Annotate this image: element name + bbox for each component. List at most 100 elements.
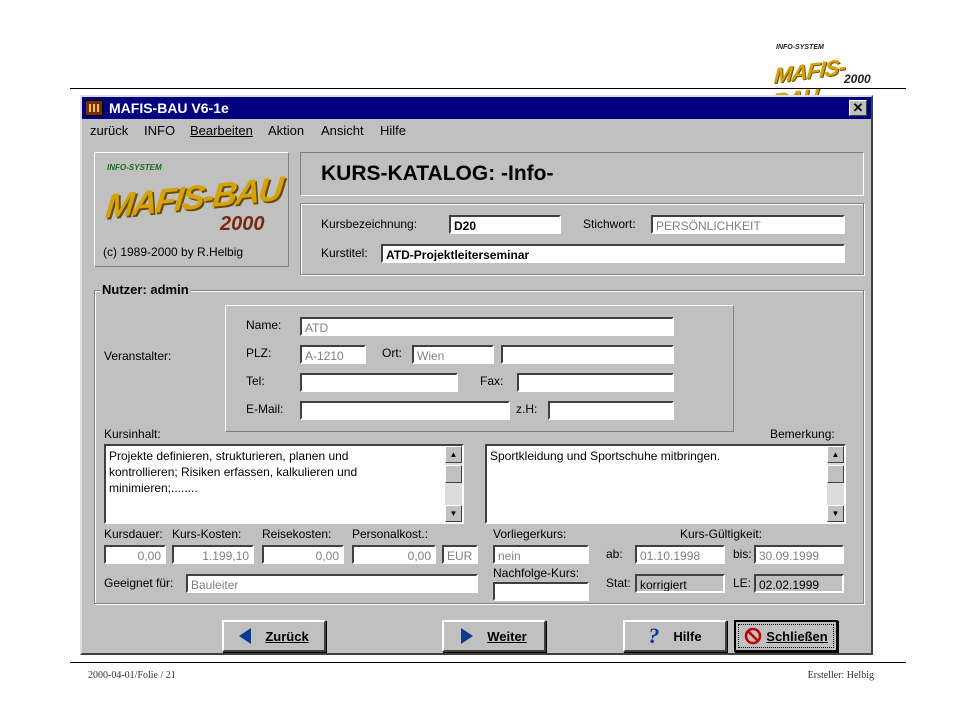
kursdauer-label: Kursdauer: xyxy=(104,527,163,541)
course-id-panel: Kursbezeichnung: D20 Stichwort: PERSÖNLI… xyxy=(300,203,864,275)
zh-label: z.H: xyxy=(516,402,538,416)
logo-panel: INFO-SYSTEM MAFIS-BAU 2000 (c) 1989-2000… xyxy=(94,152,289,267)
tel-label: Tel: xyxy=(246,374,265,388)
bis-field[interactable]: 30.09.1999 xyxy=(754,545,844,564)
scroll-up-icon[interactable]: ▲ xyxy=(827,446,844,463)
name-field[interactable]: ATD xyxy=(300,317,674,336)
app-icon[interactable] xyxy=(85,100,103,116)
arrow-right-icon xyxy=(461,628,474,644)
menu-bar: zurück INFO Bearbeiten Aktion Ansicht Hi… xyxy=(82,120,871,140)
le-label: LE: xyxy=(733,576,752,590)
reisekosten-field[interactable]: 0,00 xyxy=(262,545,344,564)
plz-field[interactable]: A-1210 xyxy=(300,345,366,364)
stichwort-label: Stichwort: xyxy=(583,217,636,231)
name-label: Name: xyxy=(246,318,282,332)
stichwort-field[interactable]: PERSÖNLICHKEIT xyxy=(651,215,845,234)
menu-zurueck[interactable]: zurück xyxy=(90,123,128,138)
stat-field[interactable]: korrigiert xyxy=(635,574,725,593)
le-field[interactable]: 02.02.1999 xyxy=(754,574,844,593)
ab-field[interactable]: 01.10.1998 xyxy=(635,545,725,564)
street-field[interactable] xyxy=(501,345,674,364)
kursinhalt-scrollbar[interactable]: ▲ ▼ xyxy=(445,446,462,522)
weiter-button[interactable]: Weiter xyxy=(442,620,546,652)
geeignet-field[interactable]: Bauleiter xyxy=(186,574,478,593)
personalkost-field[interactable]: 0,00 xyxy=(352,545,436,564)
geeignet-label: Geeignet für: xyxy=(104,576,174,590)
kurstitel-label: Kurstitel: xyxy=(321,246,368,260)
menu-info[interactable]: INFO xyxy=(144,123,175,138)
ort-field[interactable]: Wien xyxy=(412,345,494,364)
title-bar[interactable]: MAFIS-BAU V6-1e ✕ xyxy=(82,97,871,119)
kursinhalt-line: minimieren;........ xyxy=(109,481,198,495)
bemerkung-text: Sportkleidung und Sportschuhe mitbringen… xyxy=(490,449,721,463)
gueltigkeit-label: Kurs-Gültigkeit: xyxy=(680,527,763,541)
kursdauer-field[interactable]: 0,00 xyxy=(104,545,166,564)
slide-logo: INFO-SYSTEM MAFIS-BAU 2000 xyxy=(770,44,880,114)
veranstalter-label: Veranstalter: xyxy=(104,349,172,363)
close-icon[interactable]: ✕ xyxy=(849,100,867,116)
scroll-down-icon[interactable]: ▼ xyxy=(827,505,844,522)
hilfe-button[interactable]: ? Hilfe xyxy=(623,620,727,652)
slide-top-rule xyxy=(70,88,906,89)
zurueck-button[interactable]: Zurück xyxy=(222,620,326,652)
kursinhalt-textarea[interactable]: Projekte definieren, strukturieren, plan… xyxy=(104,444,464,524)
copyright-text: (c) 1989-2000 by R.Helbig xyxy=(103,245,244,259)
menu-hilfe[interactable]: Hilfe xyxy=(380,123,406,138)
weiter-button-label: Weiter xyxy=(487,628,527,644)
slide-logo-year: 2000 xyxy=(844,72,871,86)
scroll-thumb[interactable] xyxy=(827,465,844,483)
vorlieger-label: Vorliegerkurs: xyxy=(493,527,567,541)
kursinhalt-line: kontrollieren; Risiken erfassen, kalkuli… xyxy=(109,465,358,479)
hilfe-button-label: Hilfe xyxy=(673,628,702,644)
email-field[interactable] xyxy=(300,401,510,420)
page-title-panel: KURS-KATALOG: -Info- xyxy=(300,152,864,196)
scroll-thumb[interactable] xyxy=(445,465,462,483)
plz-label: PLZ: xyxy=(246,346,272,360)
fax-field[interactable] xyxy=(517,373,674,392)
kursinhalt-line: Projekte definieren, strukturieren, plan… xyxy=(109,449,349,463)
menu-ansicht[interactable]: Ansicht xyxy=(321,123,364,138)
vorlieger-field[interactable]: nein xyxy=(493,545,589,564)
bemerkung-scrollbar[interactable]: ▲ ▼ xyxy=(827,446,844,522)
slide-footer-right: Ersteller: Helbig xyxy=(807,670,874,681)
nachfolge-field[interactable] xyxy=(493,582,589,601)
app-window: MAFIS-BAU V6-1e ✕ zurück INFO Bearbeiten… xyxy=(80,95,873,655)
fax-label: Fax: xyxy=(480,374,504,388)
scroll-down-icon[interactable]: ▼ xyxy=(445,505,462,522)
logo-year-text: 2000 xyxy=(220,213,265,235)
nutzer-group-label: Nutzer: admin xyxy=(100,282,191,297)
schliessen-button-label: Schließen xyxy=(766,628,828,644)
zurueck-button-label: Zurück xyxy=(265,628,309,644)
schliessen-button[interactable]: Schließen xyxy=(734,620,838,652)
ab-label: ab: xyxy=(606,547,623,561)
zh-field[interactable] xyxy=(548,401,674,420)
ort-label: Ort: xyxy=(382,346,402,360)
slide-bottom-rule xyxy=(70,662,906,663)
email-label: E-Mail: xyxy=(246,402,284,416)
page-title: KURS-KATALOG: -Info- xyxy=(321,162,554,185)
currency-field[interactable]: EUR xyxy=(442,545,478,564)
reisekosten-label: Reisekosten: xyxy=(262,527,332,541)
stat-label: Stat: xyxy=(606,576,631,590)
kursbezeichnung-field[interactable]: D20 xyxy=(449,215,561,234)
tel-field[interactable] xyxy=(300,373,458,392)
logo-system-text: INFO-SYSTEM xyxy=(107,163,162,172)
question-mark-icon: ? xyxy=(648,623,660,648)
veranstalter-panel: Name: ATD PLZ: A-1210 Ort: Wien Tel: Fax… xyxy=(225,305,734,432)
menu-bearbeiten[interactable]: Bearbeiten xyxy=(190,123,253,138)
scroll-up-icon[interactable]: ▲ xyxy=(445,446,462,463)
arrow-left-icon xyxy=(239,628,252,644)
slide-logo-system: INFO-SYSTEM xyxy=(776,44,824,51)
stop-icon xyxy=(745,627,762,645)
kurskosten-label: Kurs-Kosten: xyxy=(172,527,242,541)
slide-footer-left: 2000-04-01/Folie / 21 xyxy=(88,670,176,681)
kursbezeichnung-label: Kursbezeichnung: xyxy=(321,217,418,231)
nachfolge-label: Nachfolge-Kurs: xyxy=(493,566,580,580)
kurstitel-field[interactable]: ATD-Projektleiterseminar xyxy=(381,244,845,263)
kursinhalt-label: Kursinhalt: xyxy=(104,427,161,441)
kurskosten-field[interactable]: 1.199,10 xyxy=(172,545,254,564)
bemerkung-textarea[interactable]: Sportkleidung und Sportschuhe mitbringen… xyxy=(485,444,846,524)
bemerkung-label: Bemerkung: xyxy=(770,427,835,441)
menu-aktion[interactable]: Aktion xyxy=(268,123,304,138)
personalkost-label: Personalkost.: xyxy=(352,527,429,541)
